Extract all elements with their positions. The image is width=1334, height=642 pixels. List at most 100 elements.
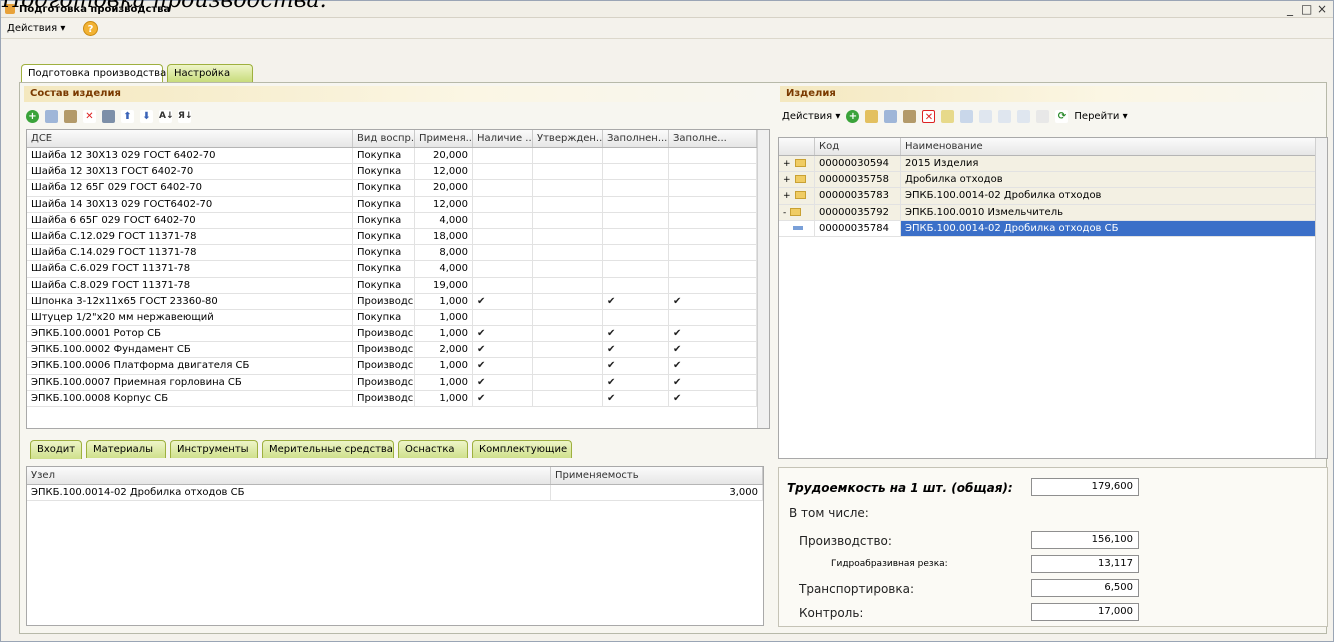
labor-total-field[interactable]: 179,600 xyxy=(1031,478,1139,496)
actions-menu[interactable]: Действия ▾ xyxy=(7,23,65,34)
filter-apply-icon[interactable] xyxy=(998,110,1012,123)
add-folder-icon[interactable] xyxy=(865,110,879,123)
col-node[interactable]: Узел xyxy=(27,467,551,484)
transport-field[interactable]: 6,500 xyxy=(1031,579,1139,597)
delete-icon[interactable]: ✕ xyxy=(922,110,936,123)
expander-icon[interactable]: + xyxy=(783,175,791,185)
add-icon[interactable]: + xyxy=(26,110,39,123)
col-code[interactable]: Код xyxy=(815,138,901,155)
expander-icon[interactable]: + xyxy=(783,159,791,169)
expander-icon[interactable]: + xyxy=(783,191,791,201)
hierarchy-icon[interactable] xyxy=(941,110,955,123)
composition-rows: Шайба 12 30Х13 029 ГОСТ 6402-70 Покупка 20… xyxy=(27,148,769,407)
delete-icon[interactable]: ✕ xyxy=(83,110,96,123)
maximize-button[interactable]: □ xyxy=(1301,2,1312,16)
table-row[interactable]: Шайба С.12.029 ГОСТ 11371-78 Покупка 18,00… xyxy=(27,228,769,246)
refresh-icon[interactable]: ⟳ xyxy=(1055,110,1069,123)
filter-dropdown-icon[interactable] xyxy=(1017,110,1031,123)
add-icon[interactable]: + xyxy=(846,110,860,123)
table-row[interactable]: Штуцер 1/2"х20 мм нержавеющий Покупка 1,00… xyxy=(27,309,769,327)
waterjet-field[interactable]: 13,117 xyxy=(1031,555,1139,573)
including-label: В том числе: xyxy=(789,506,869,520)
tab-measuring[interactable]: Мерительные средства xyxy=(262,440,394,458)
expander-icon[interactable]: - xyxy=(783,208,786,218)
tab-components[interactable]: Комплектующие xyxy=(472,440,572,458)
sort-asc-icon[interactable]: A↓ xyxy=(159,110,174,123)
composition-scrollbar[interactable] xyxy=(757,130,769,428)
table-row[interactable]: Шайба 14 30Х13 029 ГОСТ6402-70 Покупка 12,… xyxy=(27,196,769,213)
move-down-icon[interactable]: ⬇ xyxy=(140,110,153,123)
col-filled-1[interactable]: Заполнен... xyxy=(603,130,669,147)
table-row[interactable]: Шайба 12 30Х13 ГОСТ 6402-70 Покупка 12,000 xyxy=(27,164,769,181)
tab-settings[interactable]: Настройка xyxy=(167,64,253,82)
tab-tooling[interactable]: Оснастка xyxy=(398,440,468,458)
table-row[interactable]: Шайба 6 65Г 029 ГОСТ 6402-70 Покупка 4,000 xyxy=(27,212,769,229)
table-cell: Шайба 12 30Х13 029 ГОСТ 6402-70 xyxy=(27,148,353,164)
table-row[interactable]: ЭПКБ.100.0002 Фундамент СБПроизводс...2,… xyxy=(27,342,769,359)
tree-row[interactable]: 00000035784 ЭПКБ.100.0014-02 Дробилка отх… xyxy=(779,220,1327,237)
save-icon[interactable] xyxy=(102,110,115,123)
tree-row[interactable]: +00000030594 2015 Изделия xyxy=(779,156,1327,173)
minimize-button[interactable]: _ xyxy=(1287,2,1293,16)
tab-production-prep[interactable]: Подготовка производства xyxy=(21,64,166,83)
col-approved[interactable]: Утвержден... xyxy=(533,130,603,147)
close-button[interactable]: × xyxy=(1317,2,1327,16)
edit-icon[interactable] xyxy=(903,110,917,123)
table-row[interactable]: ЭПКБ.100.0008 Корпус СБПроизводс...1,000… xyxy=(27,390,769,407)
sort-desc-icon[interactable]: Я↓ xyxy=(178,110,192,123)
goto-menu[interactable]: Перейти ▾ xyxy=(1074,111,1127,122)
tree-row[interactable]: - 00000035792 ЭПКБ.100.0010 Измельчитель xyxy=(779,204,1327,221)
products-table: Код Наименование +00000030594 2015 Издели… xyxy=(778,137,1328,459)
control-field[interactable]: 17,000 xyxy=(1031,603,1139,621)
move-up-icon[interactable]: ⬆ xyxy=(121,110,134,123)
table-row[interactable]: Шайба С.8.029 ГОСТ 11371-78 Покупка 19,000 xyxy=(27,277,769,294)
products-actions-menu[interactable]: Действия ▾ xyxy=(782,111,840,122)
name-cell: ЭПКБ.100.0014-02 Дробилка отходов СБ xyxy=(901,220,1317,236)
copy-icon[interactable] xyxy=(45,110,58,123)
tab-materials[interactable]: Материалы xyxy=(86,440,166,458)
table-cell xyxy=(533,261,603,277)
tree-toggle[interactable] xyxy=(779,220,815,236)
table-cell xyxy=(473,164,533,180)
table-cell: ✔ xyxy=(603,326,669,342)
tree-toggle[interactable]: + xyxy=(779,172,815,188)
col-filled-2[interactable]: Заполне... xyxy=(669,130,757,147)
table-cell xyxy=(603,277,669,293)
col-name[interactable]: Наименование xyxy=(901,138,1317,155)
table-row[interactable]: ЭПКБ.100.0001 Ротор СБПроизводс...1,000✔… xyxy=(27,326,769,343)
table-cell: ✔ xyxy=(669,326,757,342)
table-row[interactable]: Шайба 12 65Г 029 ГОСТ 6402-70 Покупка 20,0… xyxy=(27,180,769,197)
main-window: Подготовка производства _ □ × Действия ▾… xyxy=(0,0,1334,642)
tab-includes[interactable]: Входит xyxy=(30,440,82,459)
col-dse[interactable]: ДСЕ xyxy=(27,130,353,147)
table-row[interactable]: Шпонка 3-12х11х65 ГОСТ 23360-80 Производс… xyxy=(27,293,769,310)
col-availability[interactable]: Наличие ... xyxy=(473,130,533,147)
table-cell: 8,000 xyxy=(415,245,473,261)
tree-row[interactable]: +00000035783 ЭПКБ.100.0014-02 Дробилка от… xyxy=(779,188,1327,205)
table-row[interactable]: ЭПКБ.100.0007 Приемная горловина СБ Произ… xyxy=(27,374,769,391)
table-row[interactable]: ЭПКБ.100.0006 Платформа двигателя СБ Прои… xyxy=(27,358,769,375)
table-row[interactable]: Шайба С.6.029 ГОСТ 11371-78 Покупка 4,000 xyxy=(27,261,769,278)
col-usage[interactable]: Применя... xyxy=(415,130,473,147)
includes-row[interactable]: ЭПКБ.100.0014-02 Дробилка отходов СБ 3,0… xyxy=(27,485,763,502)
col-kind[interactable]: Вид воспр... xyxy=(353,130,415,147)
tree-toggle[interactable]: - xyxy=(779,204,815,220)
filter-clear-icon[interactable] xyxy=(1036,110,1050,123)
col-applicability[interactable]: Применяемость xyxy=(551,467,763,484)
tree-toggle[interactable]: + xyxy=(779,156,815,172)
table-row[interactable]: Шайба С.14.029 ГОСТ 11371-78 Покупка 8,000 xyxy=(27,245,769,262)
tree-row[interactable]: +00000035758 Дробилка отходов xyxy=(779,172,1327,189)
tree-toggle[interactable]: + xyxy=(779,188,815,204)
filter-icon[interactable] xyxy=(979,110,993,123)
products-scrollbar[interactable] xyxy=(1315,138,1327,458)
edit-icon[interactable] xyxy=(64,110,77,123)
copy-icon[interactable] xyxy=(884,110,898,123)
table-cell: Шайба С.6.029 ГОСТ 11371-78 xyxy=(27,261,353,277)
move-folder-icon[interactable] xyxy=(960,110,974,123)
tab-tools[interactable]: Инструменты xyxy=(170,440,258,458)
table-row[interactable]: Шайба 12 30Х13 029 ГОСТ 6402-70 Покупка 20… xyxy=(27,148,769,165)
table-cell: ЭПКБ.100.0006 Платформа двигателя СБ xyxy=(27,358,353,374)
labor-panel: Трудоемкость на 1 шт. (общая): 179,600 В… xyxy=(778,467,1328,627)
help-icon[interactable]: ? xyxy=(83,21,98,36)
production-field[interactable]: 156,100 xyxy=(1031,531,1139,549)
